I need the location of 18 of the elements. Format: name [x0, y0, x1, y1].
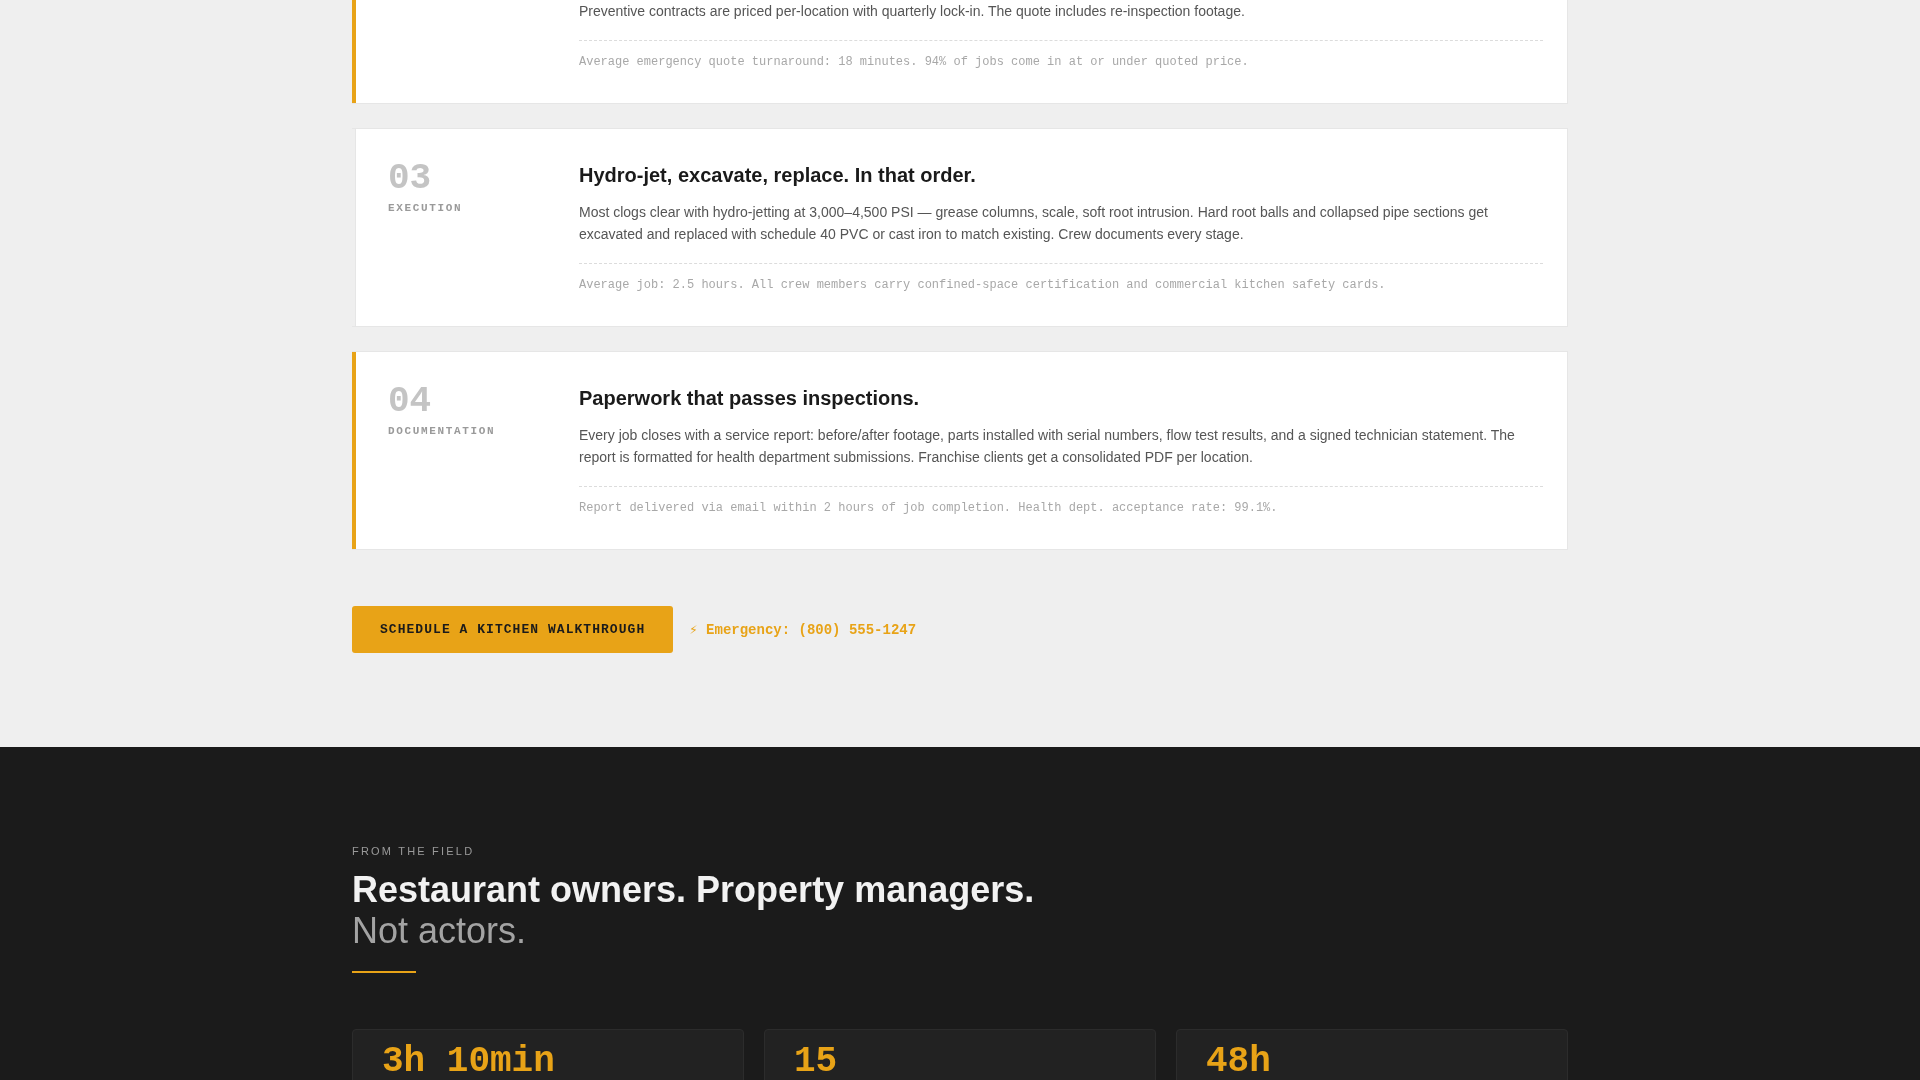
section-eyebrow: FROM THE FIELD [352, 844, 476, 859]
step-note: Average emergency quote turnaround: 18 minutes. 94% of jobs come in at or under quoted price. [579, 54, 1250, 71]
step-note: Report delivered via email within 2 hours of job completion. Health dept. acceptance rate: 99.1%. [579, 500, 1279, 517]
step-number: 03 [388, 161, 432, 197]
step-description: Most clogs clear with hydro-jetting at 3,000–4,500 PSI — grease columns, scale, soft root intrusion. Hard root balls and collapsed pipe sections get excavated and replaced with schedule 40 PVC or cast iron to match existing. Crew documents every stage. [579, 203, 1489, 244]
stat-value: 15 [794, 1048, 839, 1076]
step-note: Average job: 2.5 hours. All crew members carry confined-space certification and commercial kitchen safety cards. [579, 277, 1387, 294]
step-description: Every job closes with a service report: before/after footage, parts installed with serial numbers, flow test results, and a signed technician statement. The report is formatted for health department submissions. Franchise clients get a consolidated PDF per location. [579, 426, 1516, 467]
step-label: EXECUTION [388, 201, 463, 215]
heading-underline [352, 971, 416, 973]
section-subheading: Not actors. [352, 910, 527, 951]
step-title: Hydro-jet, excavate, replace. In that order. [579, 163, 977, 188]
section-heading: Restaurant owners. Property managers. [352, 869, 1035, 910]
schedule-walkthrough-button[interactable]: SCHEDULE A KITCHEN WALKTHROUGH [352, 606, 674, 653]
step-label: DOCUMENTATION [388, 424, 496, 438]
step-description: Preventive contracts are priced per-location with quarterly lock-in. The quote includes re-inspection footage. [579, 2, 1246, 21]
step-title: Paperwork that passes inspections. [579, 386, 921, 411]
step-number: 04 [388, 384, 432, 420]
